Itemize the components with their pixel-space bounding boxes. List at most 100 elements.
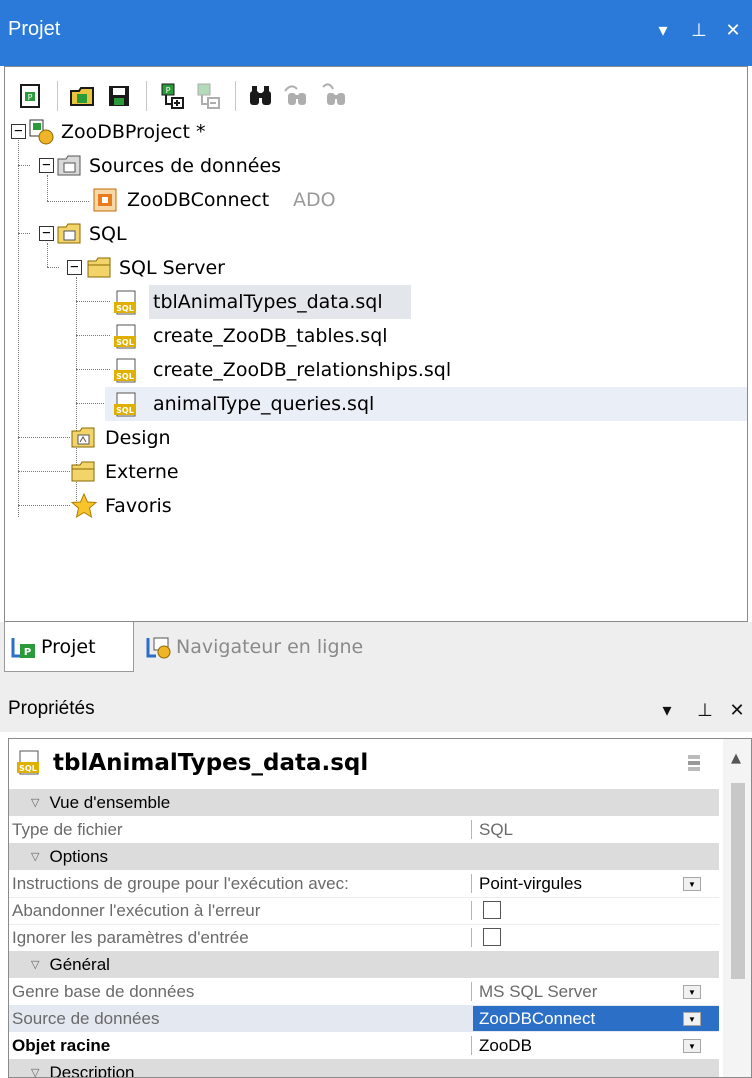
properties-scrollbar[interactable]: ▲ — [723, 739, 751, 1077]
category-overview[interactable]: ▽ Vue d'ensemble — [9, 789, 719, 816]
svg-text:P: P — [24, 647, 31, 658]
project-icon — [29, 119, 54, 145]
close-icon[interactable]: ✕ — [722, 20, 744, 42]
scrollbar-thumb[interactable] — [731, 783, 745, 979]
category-description[interactable]: ▽ Description — [9, 1059, 719, 1077]
sql-file-icon: SQL — [15, 749, 43, 777]
online-browser-tab-icon — [146, 634, 172, 660]
tab-label: Navigateur en ligne — [176, 636, 364, 658]
collapse-triangle-icon[interactable]: ▽ — [31, 958, 39, 971]
close-icon[interactable]: ✕ — [726, 700, 748, 721]
sql-file-icon: SQL — [113, 324, 137, 349]
svg-text:SQL: SQL — [116, 372, 134, 381]
open-project-icon[interactable] — [68, 81, 98, 111]
sql-folder-icon — [57, 222, 81, 246]
property-abort-on-error[interactable]: Abandonner l'exécution à l'erreur — [9, 897, 719, 924]
project-panel-titlebar: Projet ▾ ⊥ ✕ — [0, 0, 752, 66]
project-toolbar: P P — [15, 77, 354, 115]
tree-item-label: Favoris — [105, 495, 172, 517]
svg-text:P: P — [166, 86, 171, 95]
tree-item-sql-file[interactable]: animalType_queries.sql — [105, 387, 747, 421]
find-icon[interactable] — [246, 81, 276, 111]
abort-on-error-checkbox[interactable] — [483, 901, 501, 919]
svg-text:SQL: SQL — [116, 406, 134, 415]
collapse-triangle-icon[interactable]: ▽ — [31, 1066, 39, 1077]
collapse-toggle[interactable]: − — [67, 260, 82, 275]
tab-online-browser[interactable]: Navigateur en ligne — [140, 622, 410, 672]
tree-item-label: create_ZooDB_relationships.sql — [153, 359, 452, 381]
sort-categories-icon[interactable] — [685, 753, 703, 773]
save-project-icon[interactable] — [104, 81, 134, 111]
project-panel: P P − ZooDBProject * − Sources de donnée… — [4, 66, 748, 622]
tree-item-design[interactable]: Design — [5, 421, 205, 455]
properties-object-header: SQL tblAnimalTypes_data.sql — [9, 739, 719, 787]
project-tab-icon: P — [11, 634, 37, 660]
tree-item-label: Sources de données — [89, 155, 282, 177]
category-general[interactable]: ▽ Général — [9, 951, 719, 978]
tree-item-label: ZooDBProject * — [61, 121, 206, 143]
tree-item-external[interactable]: Externe — [5, 455, 205, 489]
properties-panel-title: Propriétés — [8, 698, 95, 719]
sql-file-icon: SQL — [113, 392, 137, 417]
tree-item-connection[interactable]: ZooDBConnect ADO — [5, 183, 385, 217]
panel-menu-dropdown-icon[interactable]: ▾ — [656, 700, 678, 721]
tree-item-sql-server[interactable]: − SQL Server — [5, 251, 305, 285]
property-root-object[interactable]: Objet racine ZooDB ▼ — [9, 1032, 719, 1059]
tree-item-label: animalType_queries.sql — [153, 393, 375, 415]
sql-file-icon: SQL — [113, 290, 137, 315]
tree-item-sql-file[interactable]: create_ZooDB_tables.sql — [149, 319, 409, 353]
tab-label: Projet — [41, 635, 96, 658]
sql-file-icon: SQL — [113, 358, 137, 383]
find-in-files-icon[interactable] — [318, 81, 348, 111]
chevron-down-icon[interactable]: ▼ — [683, 877, 701, 891]
category-options[interactable]: ▽ Options — [9, 843, 719, 870]
tree-item-label: tblAnimalTypes_data.sql — [153, 291, 383, 313]
folder-icon — [71, 460, 95, 484]
tree-item-project-root[interactable]: − ZooDBProject * — [5, 115, 305, 149]
connection-type: ADO — [293, 189, 336, 211]
add-to-project-icon[interactable]: P — [157, 81, 187, 111]
tree-item-sql[interactable]: − SQL — [5, 217, 205, 251]
collapse-toggle[interactable]: − — [39, 158, 54, 173]
tab-project[interactable]: P Projet — [4, 622, 134, 672]
properties-panel-header: Propriétés ▾ ⊥ ✕ — [0, 682, 752, 732]
tree-item-label: SQL Server — [119, 257, 225, 279]
property-data-source[interactable]: Source de données ZooDBConnect ▼ — [9, 1005, 719, 1032]
connection-icon — [93, 188, 117, 212]
star-icon — [70, 492, 98, 519]
remove-from-project-icon[interactable] — [193, 81, 223, 111]
property-file-type[interactable]: Type de fichier SQL — [9, 816, 719, 843]
pin-icon[interactable]: ⊥ — [688, 20, 710, 42]
ignore-input-params-checkbox[interactable] — [483, 928, 501, 946]
property-group-statements[interactable]: Instructions de groupe pour l'exécution … — [9, 870, 719, 897]
collapse-toggle[interactable]: − — [11, 124, 26, 139]
chevron-down-icon[interactable]: ▼ — [683, 1012, 701, 1026]
chevron-down-icon[interactable]: ▼ — [683, 985, 701, 999]
tree-item-data-sources[interactable]: − Sources de données — [5, 149, 365, 183]
design-folder-icon — [71, 426, 95, 450]
collapse-triangle-icon[interactable]: ▽ — [31, 796, 39, 809]
pin-icon[interactable]: ⊥ — [694, 700, 716, 721]
property-database-kind[interactable]: Genre base de données MS SQL Server ▼ — [9, 978, 719, 1005]
tree-item-label: Design — [105, 427, 171, 449]
data-sources-folder-icon — [57, 154, 81, 178]
properties-panel: SQL tblAnimalTypes_data.sql ▲ ▽ Vue d'en… — [8, 738, 752, 1078]
panel-menu-dropdown-icon[interactable]: ▾ — [652, 20, 674, 42]
tree-item-favorites[interactable]: Favoris — [5, 489, 205, 523]
chevron-down-icon[interactable]: ▼ — [683, 1039, 701, 1053]
tree-item-label: create_ZooDB_tables.sql — [153, 325, 388, 347]
collapse-toggle[interactable]: − — [39, 226, 54, 241]
properties-object-name: tblAnimalTypes_data.sql — [53, 750, 369, 776]
tree-item-sql-file[interactable]: create_ZooDB_relationships.sql — [149, 353, 489, 387]
property-ignore-input-params[interactable]: Ignorer les paramètres d'entrée — [9, 924, 719, 951]
tree-item-label: SQL — [89, 223, 127, 245]
scroll-up-icon[interactable]: ▲ — [731, 751, 741, 766]
svg-text:SQL: SQL — [19, 764, 37, 773]
svg-text:P: P — [28, 93, 33, 102]
tree-item-label: Externe — [105, 461, 179, 483]
connection-name: ZooDBConnect — [127, 189, 270, 211]
new-project-icon[interactable]: P — [15, 81, 45, 111]
find-next-icon[interactable] — [282, 81, 312, 111]
collapse-triangle-icon[interactable]: ▽ — [31, 850, 39, 863]
tree-item-sql-file[interactable]: tblAnimalTypes_data.sql — [149, 285, 411, 319]
